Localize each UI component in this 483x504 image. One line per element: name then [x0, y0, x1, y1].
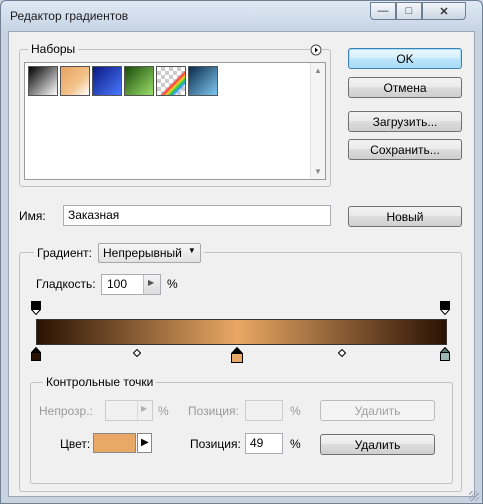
smoothness-unit: % [167, 277, 178, 291]
presets-group: Наборы ▲ ▼ [19, 42, 331, 187]
maximize-button[interactable]: □ [396, 2, 422, 20]
color-stop-left[interactable] [31, 347, 41, 361]
scroll-up-icon[interactable]: ▲ [314, 66, 322, 75]
gradient-type-row: Градиент: Непрерывный ▼ [34, 243, 204, 263]
smoothness-value: 100 [107, 277, 128, 291]
gradient-group: Градиент: Непрерывный ▼ Гладкость: 100 ▶… [19, 243, 462, 492]
midpoint-diamond-left[interactable] [133, 349, 141, 357]
new-button[interactable]: Новый [348, 206, 462, 227]
arrow-right-icon: ▶ [141, 404, 148, 413]
color-swatch[interactable] [93, 433, 136, 453]
opacity-stop-right[interactable] [440, 301, 450, 315]
close-icon: ✕ [439, 5, 449, 18]
close-button[interactable]: ✕ [422, 2, 466, 20]
smoothness-label: Гладкость: [36, 277, 96, 291]
preset-swatch-transparent-rainbow[interactable] [156, 66, 186, 96]
stops-group-label: Контрольные точки [43, 375, 157, 389]
load-button[interactable]: Загрузить... [348, 111, 462, 132]
delete-opacity-stop-button: Удалить [320, 400, 435, 421]
save-button[interactable]: Сохранить... [348, 139, 462, 160]
window-title: Редактор градиентов [10, 9, 129, 23]
minimize-button[interactable]: — [370, 2, 396, 20]
preset-swatch-green-black[interactable] [124, 66, 154, 96]
color-stop-right[interactable] [440, 347, 450, 361]
opacity-location-label: Позиция: [188, 404, 239, 418]
opacity-input: ▶ [105, 400, 153, 421]
color-stop-selected[interactable] [231, 347, 243, 363]
color-label: Цвет: [60, 437, 91, 451]
color-location-input[interactable]: 49 [245, 433, 283, 454]
color-location-unit: % [290, 437, 301, 451]
preset-swatch-blue-steel[interactable] [188, 66, 218, 96]
presets-list[interactable]: ▲ ▼ [24, 62, 326, 180]
opacity-stepper: ▶ [137, 401, 152, 420]
scroll-down-icon[interactable]: ▼ [314, 167, 322, 176]
gradient-type-label: Градиент: [37, 246, 93, 260]
title-bar[interactable]: Редактор градиентов — □ ✕ [1, 1, 482, 31]
opacity-label: Непрозр.: [39, 404, 93, 418]
cancel-button[interactable]: Отмена [348, 77, 462, 98]
stops-group: Контрольные точки Непрозр.: ▶ % Позиция:… [30, 375, 453, 484]
opacity-stop-left[interactable] [31, 301, 41, 315]
dialog-client-area: Наборы ▲ ▼ OK Отмена Загрузить... Сохран… [8, 31, 475, 497]
presets-label: Наборы [28, 42, 79, 56]
gradient-editor-window: Редактор градиентов — □ ✕ Наборы ▲ ▼ OK … [0, 0, 483, 504]
name-input[interactable]: Заказная [63, 205, 331, 226]
maximize-icon: □ [405, 5, 413, 17]
resize-grip[interactable] [469, 491, 479, 501]
color-menu-button[interactable]: ▶ [137, 433, 152, 453]
midpoint-diamond-right[interactable] [338, 349, 346, 357]
smoothness-input[interactable]: 100 ▶ [101, 274, 161, 295]
smoothness-stepper[interactable]: ▶ [143, 275, 160, 294]
opacity-location-unit: % [290, 404, 301, 418]
arrow-right-icon: ▶ [141, 437, 149, 448]
circle-arrow-right-icon[interactable] [310, 44, 322, 56]
opacity-location-input [245, 400, 283, 421]
opacity-unit: % [158, 404, 169, 418]
gradient-preview-bar[interactable] [36, 319, 447, 345]
preset-swatch-blue-navy[interactable] [92, 66, 122, 96]
preset-swatch-copper-transparent[interactable] [60, 66, 90, 96]
gradient-type-value: Непрерывный [103, 246, 182, 260]
minimize-icon: — [377, 5, 389, 17]
presets-scrollbar[interactable]: ▲ ▼ [310, 63, 325, 179]
ok-button[interactable]: OK [348, 48, 462, 69]
name-label: Имя: [19, 209, 46, 223]
preset-swatch-black-white-diagonal[interactable] [28, 66, 58, 96]
chevron-down-icon: ▼ [187, 246, 196, 255]
color-location-label: Позиция: [190, 437, 241, 451]
arrow-right-icon: ▶ [148, 278, 155, 287]
delete-color-stop-button[interactable]: Удалить [320, 434, 435, 455]
gradient-type-dropdown[interactable]: Непрерывный ▼ [98, 243, 201, 263]
